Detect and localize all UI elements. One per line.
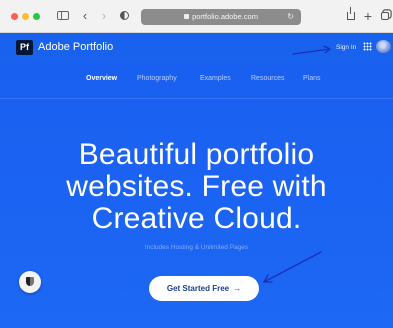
reload-icon[interactable]: ↻ [287,9,294,25]
nav-item-photography[interactable]: Photography [137,74,177,84]
hero-line-3: Creative Cloud. [91,202,302,235]
address-bar[interactable]: portfolio.adobe.com ↻ [141,9,301,25]
hero-line-2: websites. Free with [66,170,327,203]
nav-item-resources[interactable]: Resources [251,74,284,84]
chevron-left-icon[interactable]: ‹ [78,7,92,25]
brand-name[interactable]: Adobe Portfolio [38,40,113,55]
url-text: portfolio.adobe.com [192,12,258,21]
nav-divider [0,98,393,99]
nav-item-plans[interactable]: Plans [303,74,321,84]
close-window-button[interactable] [11,13,18,20]
chevron-right-icon[interactable]: › [97,7,111,25]
hero-line-1: Beautiful portfolio [78,138,315,171]
hero-subline: Includes Hosting & Unlimited Pages [144,244,249,251]
plus-icon[interactable]: + [362,7,374,25]
sidebar-icon[interactable] [55,7,71,25]
minimize-window-button[interactable] [22,13,29,20]
avatar[interactable] [376,40,391,53]
tabs-icon[interactable] [379,7,391,25]
hero-heading: Beautiful portfolio websites. Free with … [0,139,393,235]
share-icon[interactable] [345,7,357,25]
lock-icon [184,14,190,19]
nav-item-examples[interactable]: Examples [200,74,231,84]
shield-icon[interactable] [117,7,131,25]
browser-toolbar: ‹ › portfolio.adobe.com ↻ + [0,0,393,33]
get-started-label: Get Started Free [166,284,230,293]
sign-in-link[interactable]: Sign In [336,43,356,52]
arrow-right-icon: → [233,284,242,293]
pf-logo[interactable]: Pf [16,40,33,55]
site-header: Pf Adobe Portfolio Sign In [0,33,393,61]
get-started-button[interactable]: Get Started Free → [149,276,259,301]
privacy-shield-icon[interactable] [19,271,41,293]
zoom-window-button[interactable] [33,13,40,20]
apps-grid-icon[interactable] [363,42,372,51]
nav-item-overview[interactable]: Overview [86,74,117,84]
adobe-portfolio-page: Pf Adobe Portfolio Sign In Overview Phot… [0,33,393,328]
site-nav: Overview Photography Examples Resources … [0,74,393,88]
